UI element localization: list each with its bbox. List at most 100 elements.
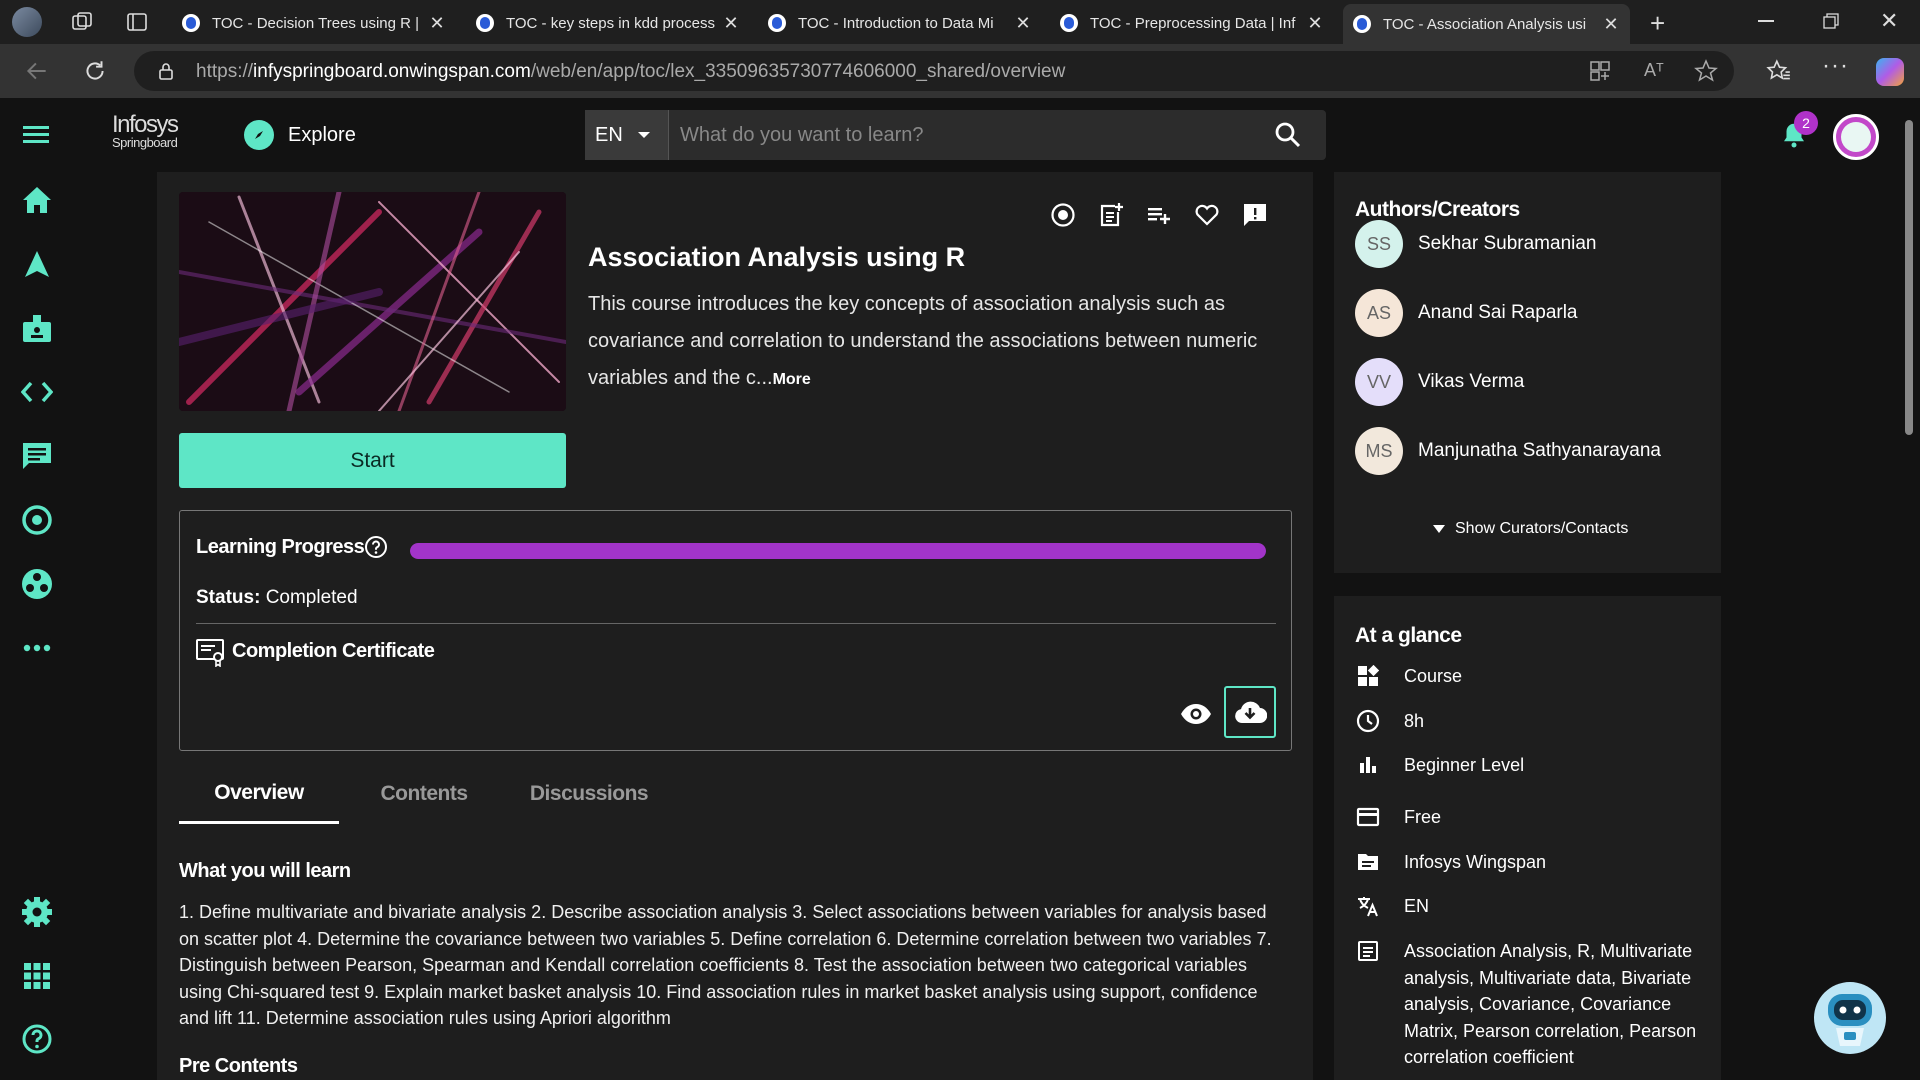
help-icon[interactable] (18, 1020, 56, 1058)
course-card: Start Association Analysis using R This … (157, 172, 1313, 1080)
browser-tab[interactable]: TOC - key steps in kdd process ✕ (466, 6, 750, 40)
close-window-icon[interactable]: ✕ (1880, 8, 1898, 34)
progress-bar-fill (410, 543, 1266, 559)
glance-row: 8h (1355, 708, 1714, 735)
radio-target-icon[interactable] (1048, 200, 1078, 230)
glance-row: EN (1355, 893, 1714, 920)
language-select[interactable]: EN (585, 110, 669, 160)
caret-down-icon (1433, 525, 1445, 533)
tab-overview[interactable]: Overview (179, 764, 339, 824)
language-value: EN (595, 123, 623, 146)
settings-icon[interactable] (18, 893, 56, 931)
chat-icon[interactable] (18, 437, 56, 475)
close-tab-icon[interactable]: ✕ (1602, 14, 1620, 35)
refresh-icon[interactable] (82, 58, 108, 84)
more-icon[interactable] (18, 629, 56, 667)
author-name: Sekhar Subramanian (1418, 233, 1597, 254)
certificate-icon (195, 637, 227, 667)
menu-icon[interactable] (18, 116, 56, 154)
browser-tab[interactable]: TOC - Decision Trees using R | ✕ (172, 6, 456, 40)
notification-badge: 2 (1794, 111, 1818, 135)
glance-text: Beginner Level (1404, 755, 1525, 775)
code-icon[interactable] (18, 373, 56, 411)
compass-icon (244, 120, 274, 150)
author-avatar: MS (1355, 427, 1403, 475)
add-note-icon[interactable] (1096, 200, 1126, 230)
add-to-playlist-icon[interactable] (1144, 200, 1174, 230)
author-row[interactable]: MS Manjunatha Sathyanarayana (1355, 427, 1661, 475)
new-tab-icon[interactable]: + (1650, 8, 1665, 39)
authors-heading: Authors/Creators (1355, 198, 1520, 221)
browser-tab[interactable]: TOC - Preprocessing Data | Inf ✕ (1050, 6, 1334, 40)
browser-tab[interactable]: TOC - Introduction to Data Mi ✕ (758, 6, 1042, 40)
status-label: Status: (196, 587, 261, 608)
browser-toolbar: https://infyspringboard.onwingspan.com/w… (0, 44, 1920, 98)
search-icon[interactable] (1274, 121, 1302, 149)
chevron-down-icon (637, 132, 650, 138)
more-link[interactable]: More (773, 371, 811, 388)
badge-icon[interactable] (18, 309, 56, 347)
site-favicon-icon (1353, 15, 1371, 33)
download-certificate-button[interactable] (1224, 686, 1276, 738)
author-row[interactable]: VV Vikas Verma (1355, 358, 1524, 406)
feedback-icon[interactable] (1240, 200, 1270, 230)
show-curators-label: Show Curators/Contacts (1455, 520, 1629, 537)
app-available-icon[interactable] (1589, 60, 1611, 82)
eye-icon[interactable] (1180, 703, 1212, 725)
glance-row: Infosys Wingspan (1355, 849, 1714, 876)
close-tab-icon[interactable]: ✕ (1306, 13, 1324, 34)
author-row[interactable]: SS Sekhar Subramanian (1355, 220, 1597, 268)
page-scrollbar[interactable] (1905, 120, 1913, 435)
url-text: https://infyspringboard.onwingspan.com/w… (196, 61, 1066, 82)
explore-button[interactable]: Explore (244, 120, 356, 150)
search-input[interactable] (680, 110, 1260, 160)
tab-actions-icon[interactable] (125, 10, 149, 34)
status-value: Completed (265, 587, 358, 608)
glance-text: Infosys Wingspan (1404, 852, 1547, 872)
workspaces-icon[interactable] (70, 10, 94, 34)
site-favicon-icon (476, 14, 494, 32)
minimize-icon[interactable] (1758, 20, 1774, 22)
navigation-icon[interactable] (18, 245, 56, 283)
tab-contents[interactable]: Contents (354, 764, 494, 824)
heart-icon[interactable] (1192, 200, 1222, 230)
author-name: Anand Sai Raparla (1418, 302, 1578, 323)
help-circle-icon[interactable] (364, 535, 388, 559)
target-icon[interactable] (18, 501, 56, 539)
more-options-icon[interactable]: ··· (1822, 52, 1849, 80)
close-tab-icon[interactable]: ✕ (1014, 13, 1032, 34)
robot-icon (1828, 994, 1872, 1046)
description-text: This course introduces the key concepts … (588, 293, 1258, 389)
show-curators-button[interactable]: Show Curators/Contacts (1432, 520, 1628, 538)
infosys-logo[interactable]: Infosys Springboard (112, 113, 179, 152)
address-bar[interactable]: https://infyspringboard.onwingspan.com/w… (134, 51, 1734, 91)
tab-discussions[interactable]: Discussions (509, 764, 669, 824)
user-avatar[interactable] (1833, 114, 1879, 160)
pre-contents-heading: Pre Contents (179, 1055, 298, 1077)
browser-tab-active[interactable]: TOC - Association Analysis usi ✕ (1343, 4, 1630, 44)
start-button[interactable]: Start (179, 433, 566, 488)
close-tab-icon[interactable]: ✕ (722, 13, 740, 34)
browser-tab-bar: TOC - Decision Trees using R | ✕ TOC - k… (0, 0, 1920, 44)
profile-avatar[interactable] (12, 7, 42, 37)
author-row[interactable]: AS Anand Sai Raparla (1355, 289, 1578, 337)
apps-grid-icon[interactable] (18, 957, 56, 995)
glance-row: Free (1355, 804, 1714, 831)
glance-text: 8h (1404, 711, 1425, 731)
favorite-star-icon[interactable] (1694, 59, 1718, 83)
chatbot-button[interactable] (1814, 982, 1886, 1054)
search-bar: EN (585, 110, 1326, 160)
author-avatar: AS (1355, 289, 1403, 337)
lock-icon[interactable] (156, 61, 176, 81)
back-icon[interactable] (24, 58, 50, 84)
close-tab-icon[interactable]: ✕ (428, 13, 446, 34)
glance-row: Beginner Level (1355, 752, 1714, 779)
copilot-icon[interactable] (1876, 58, 1904, 86)
restore-icon[interactable] (1823, 13, 1839, 29)
read-aloud-icon[interactable]: Aᵀ (1644, 60, 1664, 81)
completion-certificate-label: Completion Certificate (232, 640, 435, 662)
favorites-icon[interactable] (1766, 58, 1792, 84)
group-icon[interactable] (18, 565, 56, 603)
home-icon[interactable] (18, 181, 56, 219)
site-favicon-icon (182, 14, 200, 32)
